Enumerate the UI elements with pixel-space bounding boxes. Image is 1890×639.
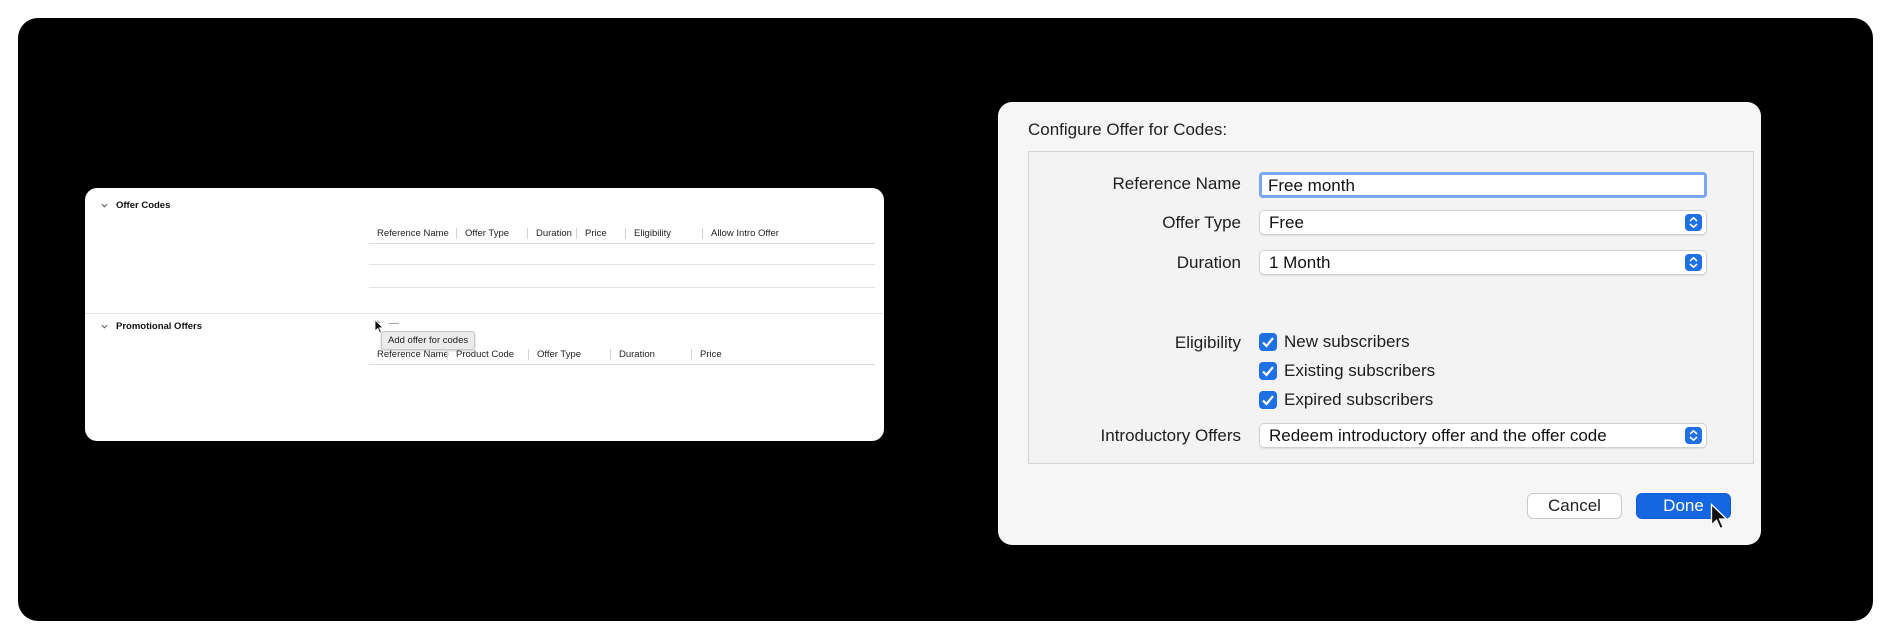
configure-offer-dialog: Configure Offer for Codes: Reference Nam… [998, 102, 1761, 545]
reference-name-label: Reference Name [1112, 174, 1241, 193]
introductory-offers-label: Introductory Offers [1100, 426, 1241, 445]
checkmark-icon [1262, 366, 1274, 377]
promotional-offers-title: Promotional Offers [116, 321, 203, 332]
introductory-offers-select[interactable]: Redeem introductory offer and the offer … [1259, 423, 1707, 448]
subscription-offers-panel: Offer Codes Reference Name Offer Type Du… [85, 188, 884, 441]
offer-type-label: Offer Type [1162, 213, 1241, 232]
checkbox-checked[interactable] [1259, 333, 1277, 351]
checkbox-label: New subscribers [1284, 332, 1410, 351]
dialog-title: Configure Offer for Codes: [1028, 120, 1228, 139]
expired-subscribers-checkbox-row[interactable]: Expired subscribers [1259, 390, 1433, 410]
up-down-chevron-icon [1685, 427, 1702, 444]
existing-subscribers-checkbox-row[interactable]: Existing subscribers [1259, 361, 1435, 381]
promotional-offers-section-header[interactable]: Promotional Offers [101, 321, 202, 332]
column-header[interactable]: Price [576, 228, 607, 239]
offer-codes-section-header[interactable]: Offer Codes [101, 200, 170, 211]
up-down-chevron-icon [1685, 254, 1702, 271]
column-header[interactable]: Offer Type [528, 349, 581, 360]
column-header[interactable]: Price [691, 349, 722, 360]
column-header[interactable]: Duration [527, 228, 572, 239]
column-header[interactable]: Reference Name [369, 228, 449, 239]
reference-name-input[interactable]: Free month [1259, 172, 1707, 198]
table-row [369, 264, 875, 265]
duration-value: 1 Month [1269, 253, 1331, 272]
duration-select[interactable]: 1 Month [1259, 250, 1707, 275]
new-subscribers-checkbox-row[interactable]: New subscribers [1259, 332, 1410, 352]
column-header[interactable]: Offer Type [456, 228, 509, 239]
promotional-offers-table-header: Reference Name Product Code Offer Type D… [369, 346, 875, 365]
checkbox-checked[interactable] [1259, 362, 1277, 380]
column-header[interactable]: Eligibility [625, 228, 671, 239]
checkbox-label: Existing subscribers [1284, 361, 1436, 380]
offer-codes-title: Offer Codes [116, 200, 171, 211]
chevron-down-icon [101, 203, 108, 208]
checkbox-label: Expired subscribers [1284, 390, 1434, 409]
chevron-down-icon [101, 324, 108, 329]
table-row [369, 287, 875, 288]
column-header[interactable]: Product Code [447, 349, 514, 360]
offer-type-value: Free [1269, 213, 1304, 232]
column-header[interactable]: Allow Intro Offer [702, 228, 779, 239]
checkmark-icon [1262, 395, 1274, 406]
offer-type-select[interactable]: Free [1259, 210, 1707, 235]
column-header[interactable]: Duration [610, 349, 655, 360]
checkbox-checked[interactable] [1259, 391, 1277, 409]
eligibility-label: Eligibility [1174, 333, 1241, 352]
column-header[interactable]: Reference Name [369, 349, 449, 360]
up-down-chevron-icon [1685, 214, 1702, 231]
introductory-offers-value: Redeem introductory offer and the offer … [1269, 426, 1607, 445]
duration-label: Duration [1176, 253, 1241, 272]
cancel-button[interactable]: Cancel [1527, 493, 1622, 519]
section-divider [85, 313, 884, 314]
remove-offer-button[interactable]: — [389, 318, 399, 329]
dialog-form-box: Reference Name Free month Offer Type Fre… [1028, 151, 1754, 464]
offer-codes-table-header: Reference Name Offer Type Duration Price… [369, 225, 875, 244]
mouse-pointer-icon [1710, 503, 1729, 530]
checkmark-icon [1262, 337, 1274, 348]
